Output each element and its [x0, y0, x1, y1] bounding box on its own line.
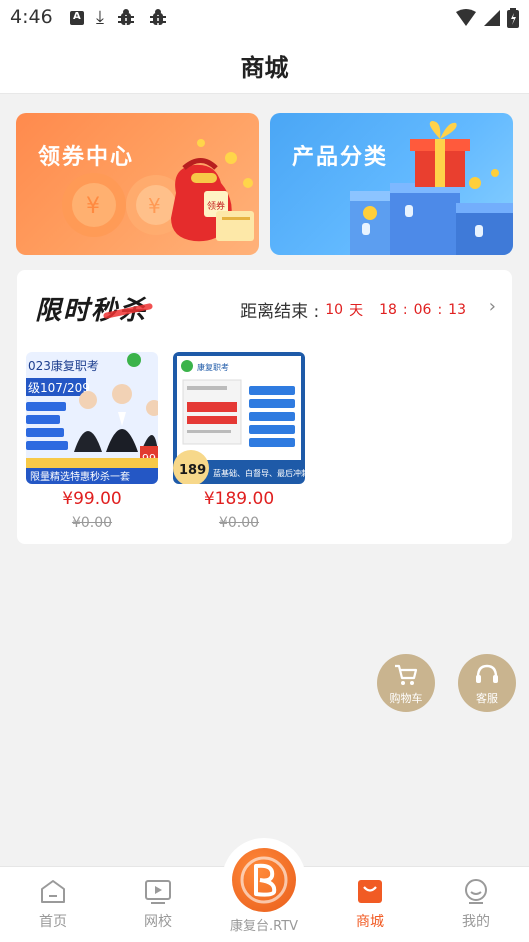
- page-header: 商城: [0, 36, 529, 94]
- headset-icon: [476, 664, 498, 683]
- coupon-badge-text: 领券: [207, 200, 225, 212]
- shop-bag-icon: [358, 880, 382, 903]
- customer-service-label: 客服: [476, 692, 498, 705]
- product-original-price: ¥0.00: [218, 515, 260, 531]
- app-notification-icon: [70, 11, 84, 25]
- flash-sale-title: 限时秒杀: [35, 290, 154, 327]
- thumb-line1: 023康复职考: [28, 358, 99, 373]
- tab-profile[interactable]: 我的: [436, 877, 516, 931]
- countdown-sep: :: [437, 301, 443, 318]
- bug-icon: [117, 9, 134, 25]
- thumb-line2: 级107/209: [28, 381, 90, 395]
- countdown-days: 10: [325, 301, 344, 318]
- page-title: 商城: [240, 54, 289, 82]
- profile-icon: [465, 879, 487, 904]
- countdown-days-unit: 天: [349, 302, 364, 319]
- tab-online-school[interactable]: 网校: [118, 877, 198, 931]
- status-notification-icons: ⤓: [70, 8, 168, 28]
- countdown-seconds: 13: [448, 301, 466, 318]
- status-time: 4:46: [10, 6, 53, 28]
- countdown-minutes: 06: [413, 301, 432, 318]
- chevron-right-icon[interactable]: ›: [489, 296, 496, 317]
- thumb-price-badge: 189: [179, 463, 206, 478]
- customer-service-button[interactable]: 客服: [458, 654, 516, 712]
- home-icon: [41, 880, 65, 903]
- svg-text:¥: ¥: [148, 194, 161, 218]
- thumb-line1: 康复职考: [197, 362, 229, 372]
- tab-shop-label: 商城: [356, 914, 384, 930]
- wifi-icon: [456, 9, 476, 26]
- cart-float-button[interactable]: 购物车: [377, 654, 435, 712]
- brand-logo: [232, 848, 296, 912]
- status-system-icons: [455, 8, 519, 28]
- product-thumbnail[interactable]: 023康复职考 级107/209 99 限量精选特惠秒杀一套: [26, 352, 158, 484]
- product-category-banner[interactable]: 产品分类: [270, 113, 513, 255]
- tab-brand-label: 康复台.RTV: [229, 919, 299, 934]
- flash-sale-product[interactable]: 康复职考 189 蓝基础、白督导、最后冲刺 ¥189.00 ¥0.00: [173, 352, 305, 531]
- svg-text:¥: ¥: [86, 194, 100, 219]
- tab-shop[interactable]: 商城: [330, 877, 410, 931]
- battery-icon: [507, 8, 519, 28]
- video-icon: [145, 880, 171, 904]
- product-price: ¥189.00: [203, 489, 275, 509]
- coupon-illustration: ¥ ¥ 领券: [62, 139, 254, 242]
- bug-icon: [149, 9, 166, 25]
- cart-icon: [395, 664, 418, 685]
- countdown-sep: :: [402, 301, 408, 318]
- tab-brand-center[interactable]: [222, 838, 306, 922]
- flash-sale-section: 限时秒杀 距离结束 : 10 天 18 : 06 : 13 › 023康复职考 …: [17, 270, 512, 544]
- tab-home-label: 首页: [39, 914, 67, 930]
- signal-icon: [484, 10, 500, 26]
- thumb-tag: 蓝基础、白督导、最后冲刺: [213, 468, 305, 478]
- product-category-label: 产品分类: [292, 145, 389, 170]
- tab-home[interactable]: 首页: [13, 877, 93, 931]
- product-original-price: ¥0.00: [71, 515, 113, 531]
- flash-sale-countdown: 距离结束 : 10 天 18 : 06 : 13: [240, 297, 466, 323]
- product-thumbnail-art: 康复职考 189 蓝基础、白督导、最后冲刺: [173, 352, 305, 484]
- product-price: ¥99.00: [62, 489, 122, 509]
- product-thumbnail[interactable]: 康复职考 189 蓝基础、白督导、最后冲刺: [173, 352, 305, 484]
- cart-label: 购物车: [389, 692, 423, 705]
- coupon-center-label: 领券中心: [38, 145, 135, 170]
- category-illustration: [350, 121, 513, 255]
- countdown-hours: 18: [379, 301, 397, 318]
- tab-profile-label: 我的: [462, 914, 490, 930]
- countdown-label: 距离结束 :: [240, 302, 320, 322]
- flash-sale-product[interactable]: 023康复职考 级107/209 99 限量精选特惠秒杀一套: [26, 352, 158, 531]
- thumb-tag: 限量精选特惠秒杀一套: [30, 470, 130, 483]
- product-thumbnail-art: 023康复职考 级107/209 99 限量精选特惠秒杀一套: [26, 352, 158, 484]
- coupon-center-banner[interactable]: ¥ ¥ 领券 领券中心: [16, 113, 259, 255]
- tab-online-school-label: 网校: [144, 914, 172, 930]
- status-bar: 4:46 ⤓: [0, 0, 529, 36]
- download-icon: ⤓: [96, 7, 104, 28]
- brand-logo-mark: [240, 856, 288, 904]
